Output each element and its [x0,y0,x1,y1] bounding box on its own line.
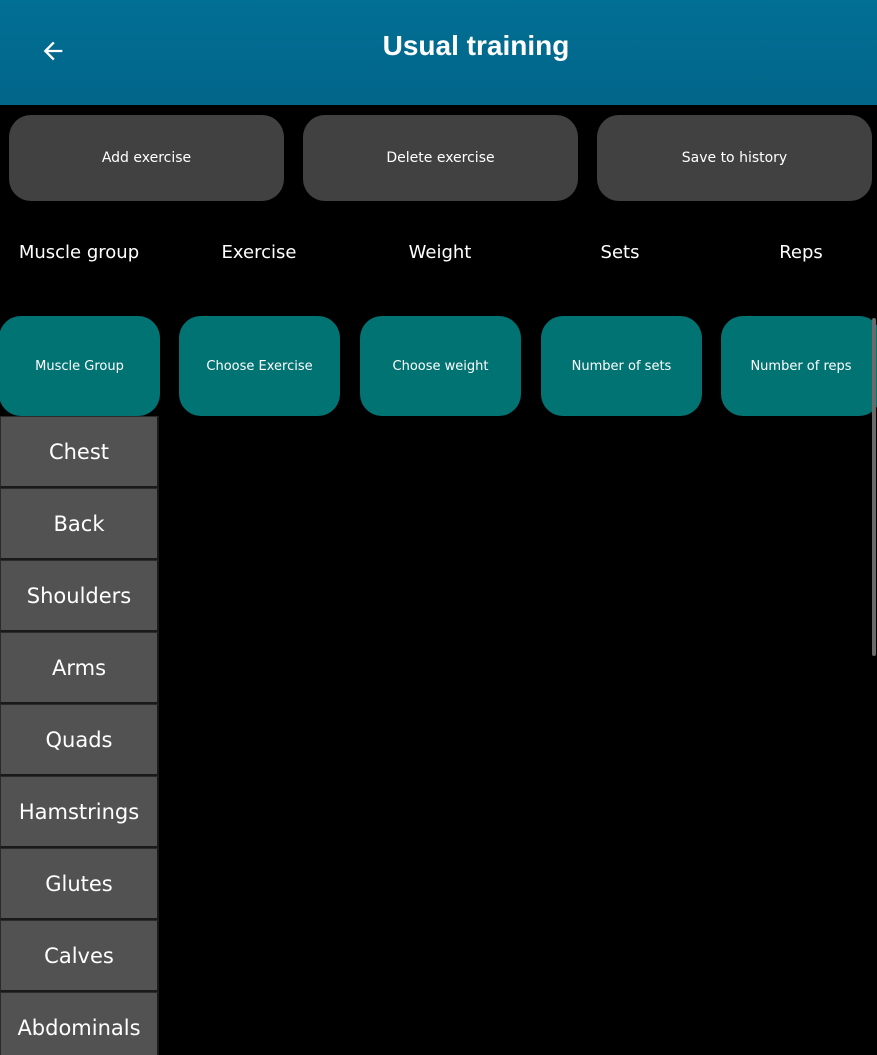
muscle-group-select[interactable]: Muscle Group [0,316,160,416]
choose-exercise-button[interactable]: Choose Exercise [179,316,340,416]
scrollbar[interactable] [872,318,876,656]
save-to-history-button[interactable]: Save to history [597,115,872,201]
dropdown-item-back[interactable]: Back [0,488,159,560]
dropdown-item-shoulders[interactable]: Shoulders [0,560,159,632]
delete-exercise-button[interactable]: Delete exercise [303,115,578,201]
column-header-exercise: Exercise [221,242,297,263]
number-of-reps-button[interactable]: Number of reps [721,316,877,416]
number-of-sets-button[interactable]: Number of sets [541,316,702,416]
dropdown-item-arms[interactable]: Arms [0,632,159,704]
dropdown-item-hamstrings[interactable]: Hamstrings [0,776,159,848]
add-exercise-button[interactable]: Add exercise [9,115,284,201]
column-header-weight: Weight [408,242,472,263]
dropdown-item-calves[interactable]: Calves [0,920,159,992]
page-title: Usual training [382,30,570,61]
muscle-group-dropdown: Chest Back Shoulders Arms Quads Hamstrin… [0,416,159,1055]
choose-weight-button[interactable]: Choose weight [360,316,521,416]
column-header-reps: Reps [779,242,823,263]
column-header-muscle-group: Muscle group [18,242,140,263]
dropdown-item-chest[interactable]: Chest [0,416,159,488]
column-header-sets: Sets [600,242,640,263]
dropdown-item-quads[interactable]: Quads [0,704,159,776]
app-bar: Usual training [0,0,877,105]
dropdown-item-abdominals[interactable]: Abdominals [0,992,159,1055]
dropdown-item-glutes[interactable]: Glutes [0,848,159,920]
